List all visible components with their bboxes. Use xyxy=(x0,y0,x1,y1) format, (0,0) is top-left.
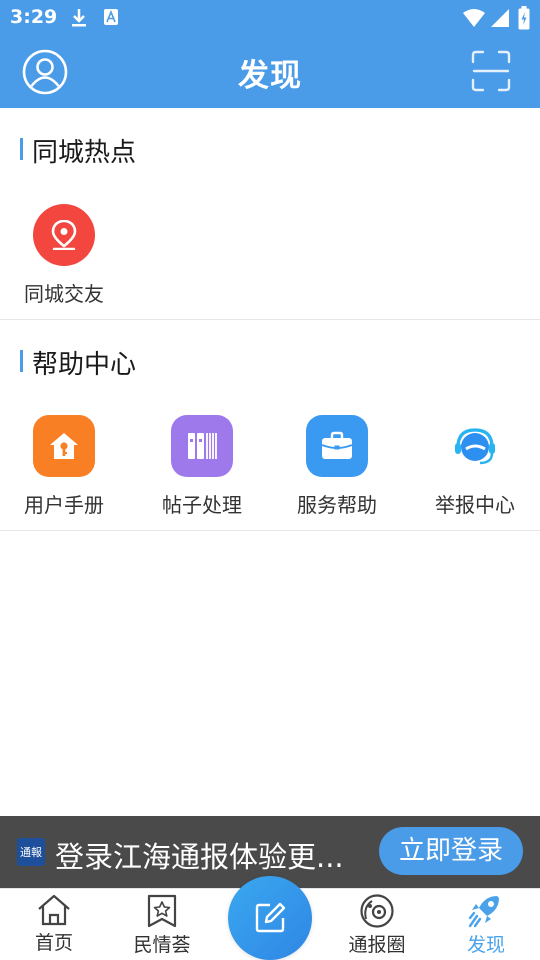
tab-label: 民情荟 xyxy=(133,934,191,956)
app-notification-icon xyxy=(103,8,119,30)
app-header: 发现 xyxy=(0,36,540,108)
headset-icon xyxy=(444,415,506,477)
tab-label: 通报圈 xyxy=(348,934,406,956)
orbit-icon xyxy=(360,894,394,928)
briefcase-icon xyxy=(306,415,368,477)
grid-item-label: 用户手册 xyxy=(24,493,104,517)
page-title: 发现 xyxy=(238,58,302,94)
grid-item-city-dating[interactable]: 同城交友 xyxy=(9,204,119,307)
grid-item-report-center[interactable]: 举报中心 xyxy=(420,415,530,518)
home-icon xyxy=(38,894,70,926)
tab-label: 首页 xyxy=(34,932,73,954)
section-divider xyxy=(0,530,540,531)
tab-discover[interactable]: 发现 xyxy=(436,889,536,960)
download-icon xyxy=(70,8,88,32)
login-prompt-text: 登录江海通报体验更... xyxy=(55,840,344,874)
section-title-city: 同城热点 xyxy=(20,132,136,169)
tab-home[interactable]: 首页 xyxy=(4,889,104,960)
grid-item-user-manual[interactable]: 用户手册 xyxy=(9,415,119,518)
grid-item-label: 服务帮助 xyxy=(297,493,377,517)
compose-button[interactable] xyxy=(228,876,312,960)
scan-icon xyxy=(471,50,511,92)
grid-item-label: 同城交友 xyxy=(24,282,104,306)
section-divider xyxy=(0,319,540,320)
rocket-icon xyxy=(468,896,499,928)
edit-icon xyxy=(255,902,286,933)
signal-icon xyxy=(490,8,510,32)
section-title-help: 帮助中心 xyxy=(20,344,136,381)
wifi-icon xyxy=(462,8,486,32)
grid-item-service-help[interactable]: 服务帮助 xyxy=(282,415,392,518)
login-now-button[interactable]: 立即登录 xyxy=(379,827,523,875)
location-pin-icon xyxy=(33,204,95,266)
grid-item-label: 举报中心 xyxy=(435,493,515,517)
scan-button[interactable] xyxy=(471,50,511,92)
status-bar: 3:29 xyxy=(0,0,540,36)
grid-item-label: 帖子处理 xyxy=(162,493,242,517)
house-key-icon xyxy=(33,415,95,477)
star-bookmark-icon xyxy=(147,894,177,928)
grid-item-post-handling[interactable]: 帖子处理 xyxy=(147,415,257,518)
tab-public-opinion[interactable]: 民情荟 xyxy=(112,889,212,960)
tab-report-circle[interactable]: 通报圈 xyxy=(327,889,427,960)
battery-icon xyxy=(518,6,530,34)
books-icon xyxy=(171,415,233,477)
app-logo: 通報 xyxy=(17,838,45,866)
tab-label: 发现 xyxy=(466,934,505,956)
status-time: 3:29 xyxy=(10,6,58,28)
